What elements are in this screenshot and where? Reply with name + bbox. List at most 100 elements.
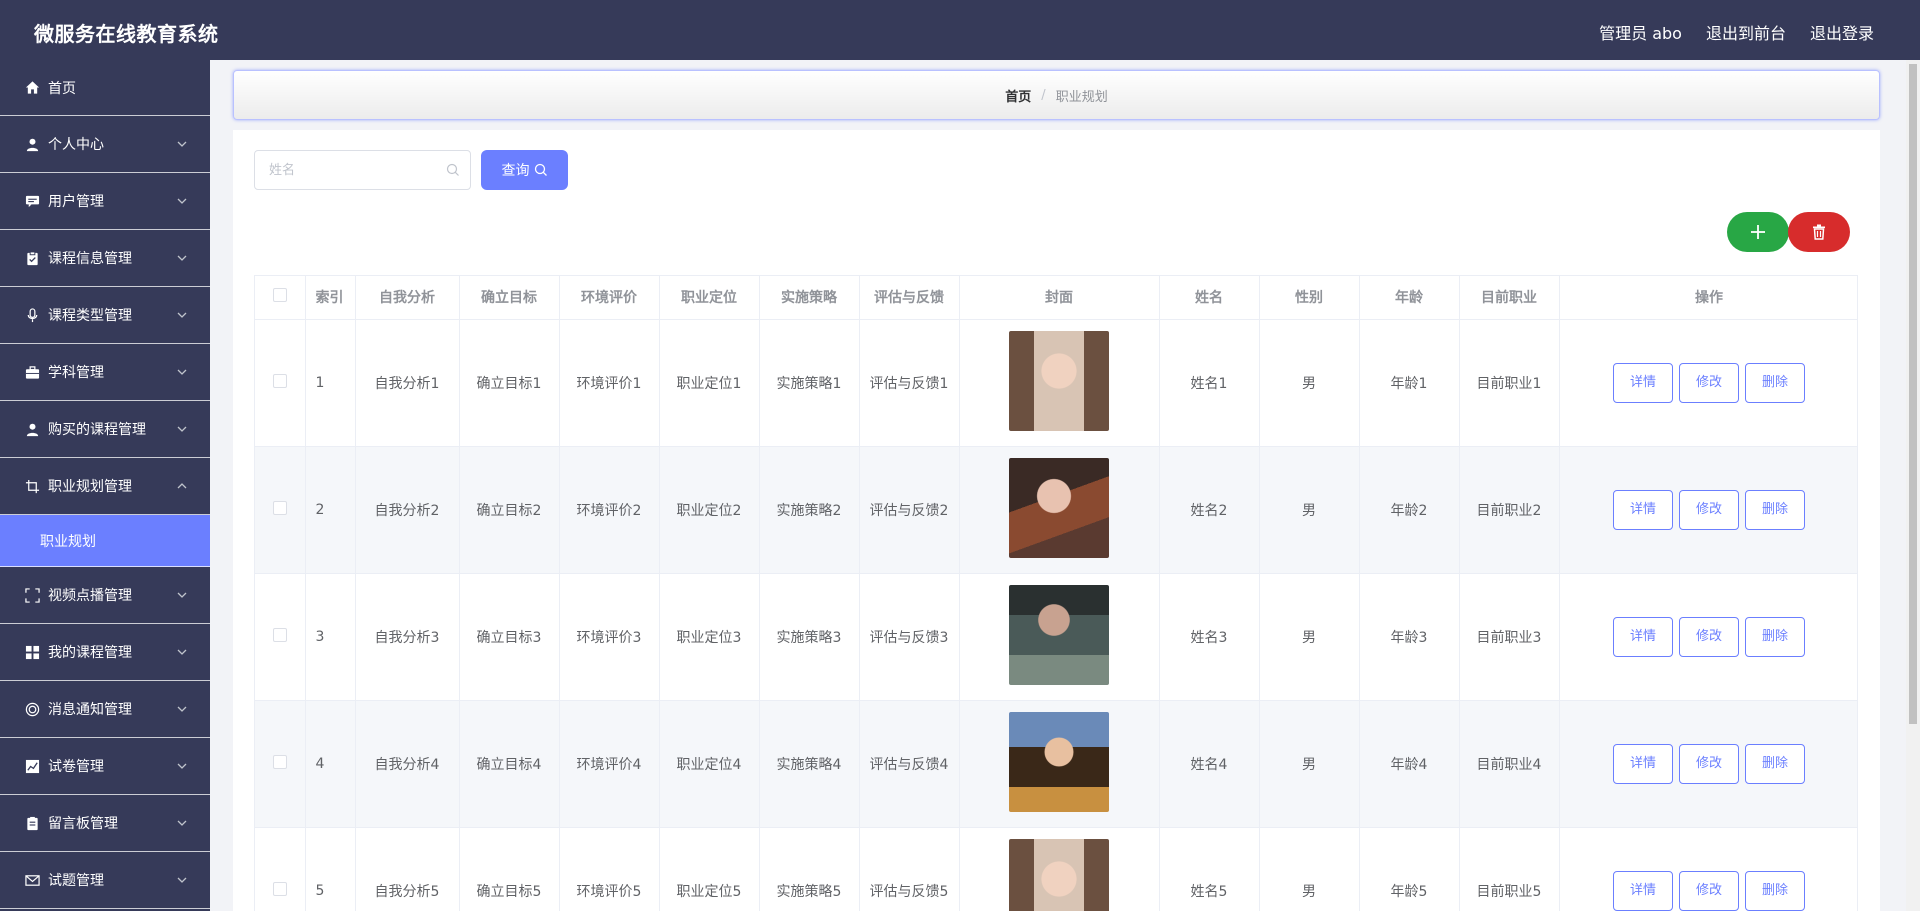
edit-button[interactable]: 修改 — [1679, 362, 1739, 403]
column-header: 封面 — [959, 276, 1160, 320]
sidebar-item-career-planning[interactable]: 职业规划管理 — [0, 458, 210, 515]
name-cell: 姓名4 — [1159, 700, 1260, 828]
cover-image — [1009, 330, 1109, 431]
delete-button[interactable]: 删除 — [1745, 362, 1805, 403]
sidebar-item-label: 试题管理 — [48, 873, 104, 889]
sidebar-subitem-career-plan[interactable]: 职业规划 — [0, 515, 210, 567]
self-analysis-cell: 自我分析5 — [355, 827, 460, 911]
position-cell: 职业定位1 — [659, 319, 760, 447]
delete-button[interactable]: 删除 — [1745, 616, 1805, 657]
edit-button[interactable]: 修改 — [1679, 616, 1739, 657]
sidebar-item-course-type[interactable]: 课程类型管理 — [0, 287, 210, 344]
detail-button[interactable]: 详情 — [1613, 743, 1673, 784]
column-header: 年龄 — [1359, 276, 1460, 320]
sidebar-item-label: 购买的课程管理 — [48, 422, 146, 438]
row-checkbox[interactable] — [272, 373, 287, 388]
sidebar: 首页 个人中心 用户管理 课程信息管理 课程类型管理 学科管理 购买的课程管理 … — [0, 60, 210, 911]
detail-button[interactable]: 详情 — [1613, 362, 1673, 403]
column-header: 评估与反馈 — [859, 276, 960, 320]
chart-icon — [24, 758, 40, 774]
sidebar-item-notifications[interactable]: 消息通知管理 — [0, 681, 210, 738]
table-row: 1 自我分析1 确立目标1 环境评价1 职业定位1 实施策略1 评估与反馈1 姓… — [255, 319, 1857, 447]
page-scrollbar[interactable] — [1906, 60, 1920, 911]
column-header: 索引 — [305, 276, 356, 320]
search-input[interactable] — [255, 151, 435, 189]
age-cell: 年龄5 — [1359, 827, 1460, 911]
sidebar-item-video-on-demand[interactable]: 视频点播管理 — [0, 567, 210, 624]
gender-cell: 男 — [1259, 573, 1360, 701]
sidebar-item-exam-paper[interactable]: 试卷管理 — [0, 738, 210, 795]
cover-image — [1009, 584, 1109, 685]
sidebar-item-my-courses[interactable]: 我的课程管理 — [0, 624, 210, 681]
mail-icon — [24, 872, 40, 888]
strategy-cell: 实施策略1 — [759, 319, 860, 447]
self-analysis-cell: 自我分析2 — [355, 446, 460, 574]
select-all-checkbox[interactable] — [272, 288, 287, 303]
sidebar-item-user-management[interactable]: 用户管理 — [0, 173, 210, 230]
trash-icon — [1813, 224, 1825, 240]
delete-button[interactable]: 删除 — [1745, 489, 1805, 530]
plus-icon — [1751, 225, 1765, 239]
scrollbar-thumb[interactable] — [1909, 64, 1917, 724]
table-header-row: 索引 自我分析 确立目标 环境评价 职业定位 实施策略 评估与反馈 封面 姓名 … — [255, 276, 1857, 320]
sidebar-item-message-board[interactable]: 留言板管理 — [0, 795, 210, 852]
cover-image — [1009, 711, 1109, 812]
row-checkbox[interactable] — [272, 500, 287, 515]
environment-cell: 环境评价5 — [559, 827, 660, 911]
edit-button[interactable]: 修改 — [1679, 489, 1739, 530]
strategy-cell: 实施策略4 — [759, 700, 860, 828]
grid-icon — [24, 644, 40, 660]
crop-icon — [24, 478, 40, 494]
actions-cell: 详情 修改 删除 — [1559, 319, 1857, 447]
detail-button[interactable]: 详情 — [1613, 870, 1673, 911]
query-button-label: 查询 — [501, 163, 530, 179]
table-row: 3 自我分析3 确立目标3 环境评价3 职业定位3 实施策略3 评估与反馈3 姓… — [255, 573, 1857, 701]
chevron-down-icon — [177, 649, 187, 655]
search-icon — [446, 163, 459, 176]
sidebar-item-label: 个人中心 — [48, 137, 104, 153]
column-header: 职业定位 — [659, 276, 760, 320]
position-cell: 职业定位3 — [659, 573, 760, 701]
detail-button[interactable]: 详情 — [1613, 616, 1673, 657]
column-header: 姓名 — [1159, 276, 1260, 320]
user-icon — [24, 136, 40, 152]
to-frontend-link[interactable]: 退出到前台 — [1706, 20, 1786, 44]
delete-button[interactable]: 删除 — [1745, 743, 1805, 784]
age-cell: 年龄4 — [1359, 700, 1460, 828]
sidebar-item-personal-center[interactable]: 个人中心 — [0, 116, 210, 173]
job-cell: 目前职业4 — [1459, 700, 1560, 828]
query-button[interactable]: 查询 — [481, 150, 568, 190]
sidebar-item-label: 课程类型管理 — [48, 308, 132, 324]
admin-label: 管理员 abo — [1599, 24, 1682, 43]
delete-button[interactable]: 删除 — [1745, 870, 1805, 911]
row-checkbox[interactable] — [272, 627, 287, 642]
sidebar-item-course-info[interactable]: 课程信息管理 — [0, 230, 210, 287]
sidebar-item-purchased-courses[interactable]: 购买的课程管理 — [0, 401, 210, 458]
environment-cell: 环境评价1 — [559, 319, 660, 447]
column-header: 实施策略 — [759, 276, 860, 320]
breadcrumb-separator: / — [1041, 87, 1046, 103]
logout-link[interactable]: 退出登录 — [1810, 20, 1874, 44]
chevron-down-icon — [177, 369, 187, 375]
sidebar-item-subject[interactable]: 学科管理 — [0, 344, 210, 401]
edit-button[interactable]: 修改 — [1679, 870, 1739, 911]
sidebar-item-label: 课程信息管理 — [48, 251, 132, 267]
column-header: 目前职业 — [1459, 276, 1560, 320]
position-cell: 职业定位4 — [659, 700, 760, 828]
sidebar-item-questions[interactable]: 试题管理 — [0, 852, 210, 909]
sidebar-item-home[interactable]: 首页 — [0, 60, 210, 116]
top-links: 管理员 abo 退出到前台 退出登录 — [1599, 20, 1874, 44]
chevron-down-icon — [177, 141, 187, 147]
sidebar-item-label: 视频点播管理 — [48, 588, 132, 604]
row-select-cell — [255, 446, 306, 574]
edit-button[interactable]: 修改 — [1679, 743, 1739, 784]
sidebar-item-label: 我的课程管理 — [48, 645, 132, 661]
add-button[interactable] — [1727, 212, 1789, 252]
batch-delete-button[interactable] — [1788, 212, 1850, 252]
search-field — [254, 150, 471, 190]
row-checkbox[interactable] — [272, 881, 287, 896]
detail-button[interactable]: 详情 — [1613, 489, 1673, 530]
row-checkbox[interactable] — [272, 754, 287, 769]
breadcrumb-home[interactable]: 首页 — [1005, 86, 1031, 105]
job-cell: 目前职业3 — [1459, 573, 1560, 701]
